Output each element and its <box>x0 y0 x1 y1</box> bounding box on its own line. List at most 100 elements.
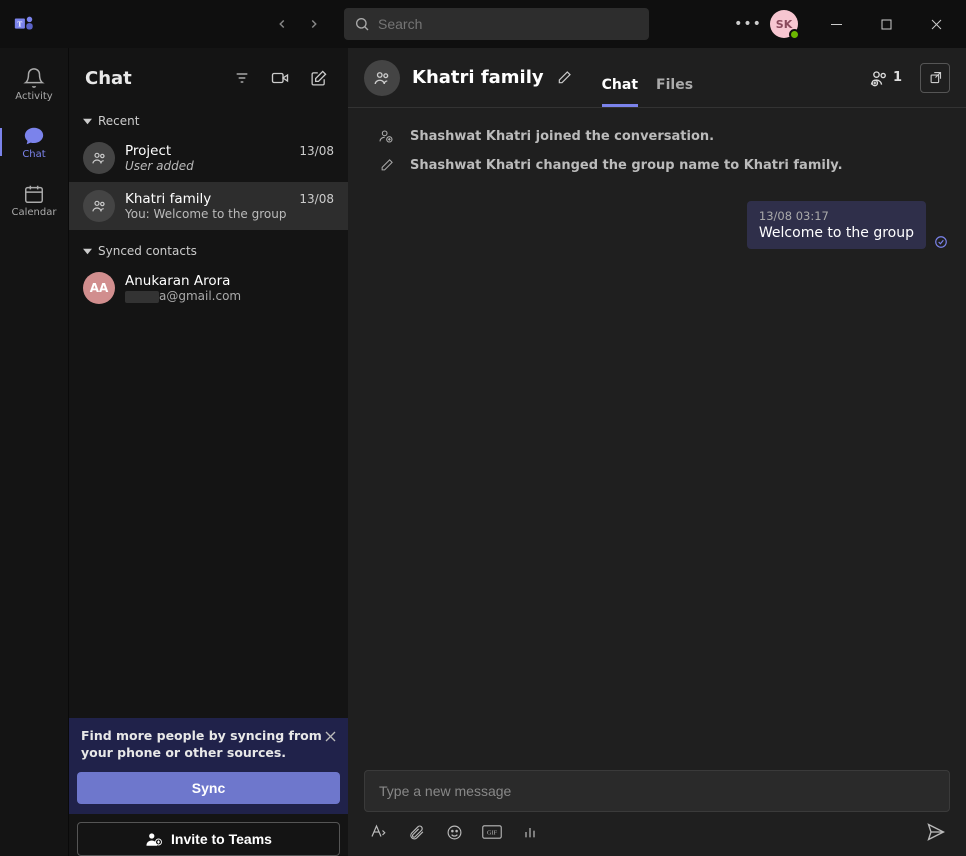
send-button[interactable] <box>926 822 946 842</box>
meet-now-button[interactable] <box>266 64 294 92</box>
person-add-icon <box>376 128 396 144</box>
system-message-text: Shashwat Khatri changed the group name t… <box>410 158 843 173</box>
avatar-initials: SK <box>776 18 792 31</box>
popout-button[interactable] <box>920 63 950 93</box>
search-box[interactable] <box>344 8 649 40</box>
gif-icon: GIF <box>482 824 502 840</box>
section-synced-toggle[interactable]: Synced contacts <box>69 238 348 264</box>
window-maximize-button[interactable] <box>864 8 908 40</box>
forward-button[interactable] <box>300 10 328 38</box>
rail-label: Activity <box>15 91 52 102</box>
chat-row-khatri-family[interactable]: Khatri family 13/08 You: Welcome to the … <box>69 182 348 230</box>
section-label: Synced contacts <box>98 244 197 258</box>
app-rail: Activity Chat Calendar <box>0 48 68 856</box>
group-avatar-icon <box>364 60 400 96</box>
message-timestamp: 13/08 03:17 <box>759 209 914 223</box>
send-icon <box>926 822 946 842</box>
compose-icon <box>310 70 327 87</box>
participants-button[interactable]: 1 <box>863 64 908 92</box>
section-label: Recent <box>98 114 139 128</box>
chat-list-panel: Chat Recent Project <box>68 48 348 856</box>
section-recent-toggle[interactable]: Recent <box>69 108 348 134</box>
conversation-title: Khatri family <box>412 67 544 88</box>
contact-email: a@gmail.com <box>125 289 334 303</box>
rail-label: Chat <box>22 149 45 160</box>
caret-down-icon <box>83 117 92 126</box>
rail-activity[interactable]: Activity <box>0 56 68 112</box>
message-bubble[interactable]: 13/08 03:17 Welcome to the group <box>747 201 926 249</box>
svg-text:GIF: GIF <box>487 831 497 837</box>
chat-icon <box>23 125 45 147</box>
format-icon <box>369 823 387 841</box>
rail-label: Calendar <box>12 207 57 218</box>
attach-icon <box>408 824 425 841</box>
contact-name: Anukaran Arora <box>125 273 334 289</box>
video-icon <box>271 69 289 87</box>
chat-time: 13/08 <box>299 192 334 206</box>
contact-row[interactable]: AA Anukaran Arora a@gmail.com <box>69 264 348 312</box>
pencil-icon <box>556 70 572 86</box>
sent-message-row: 13/08 03:17 Welcome to the group <box>364 201 950 249</box>
people-add-icon <box>145 830 163 848</box>
invite-label: Invite to Teams <box>171 831 272 847</box>
system-message-text: Shashwat Khatri joined the conversation. <box>410 129 714 144</box>
chat-title: Project <box>125 143 171 159</box>
chat-preview: You: Welcome to the group <box>125 207 334 221</box>
sync-promo-panel: Find more people by syncing from your ph… <box>69 718 348 856</box>
conversation-pane: Khatri family Chat Files 1 Shas <box>348 48 966 856</box>
gif-button[interactable]: GIF <box>482 822 502 842</box>
back-button[interactable] <box>268 10 296 38</box>
presence-available-icon <box>789 29 800 40</box>
search-input[interactable] <box>378 16 639 32</box>
popout-icon <box>928 70 943 85</box>
user-avatar[interactable]: SK <box>770 10 798 38</box>
caret-down-icon <box>83 247 92 256</box>
rail-chat[interactable]: Chat <box>0 114 68 170</box>
search-icon <box>354 16 370 32</box>
edit-title-button[interactable] <box>556 70 572 86</box>
more-options-button[interactable]: ••• <box>732 8 764 40</box>
chat-time: 13/08 <box>299 144 334 158</box>
chat-title: Khatri family <box>125 191 211 207</box>
rail-calendar[interactable]: Calendar <box>0 172 68 228</box>
redacted-text <box>125 291 159 303</box>
system-message: Shashwat Khatri changed the group name t… <box>364 154 950 177</box>
emoji-button[interactable] <box>444 822 464 842</box>
bell-icon <box>23 67 45 89</box>
window-minimize-button[interactable] <box>814 8 858 40</box>
teams-logo-icon: T <box>8 8 40 40</box>
invite-to-teams-button[interactable]: Invite to Teams <box>77 822 340 856</box>
titlebar: T ••• SK <box>0 0 966 48</box>
new-chat-button[interactable] <box>304 64 332 92</box>
people-add-icon <box>869 68 889 88</box>
message-list: Shashwat Khatri joined the conversation.… <box>348 108 966 762</box>
calendar-icon <box>23 183 45 205</box>
tab-files[interactable]: Files <box>656 77 693 107</box>
message-text: Welcome to the group <box>759 225 914 241</box>
promo-text: Find more people by syncing from your ph… <box>77 728 340 772</box>
close-icon <box>325 731 336 742</box>
window-close-button[interactable] <box>914 8 958 40</box>
tab-chat[interactable]: Chat <box>602 77 638 107</box>
read-receipt-icon <box>934 235 948 249</box>
participants-count: 1 <box>893 70 902 85</box>
dismiss-promo-button[interactable] <box>320 726 340 746</box>
group-avatar-icon <box>83 190 115 222</box>
group-avatar-icon <box>83 142 115 174</box>
sync-button[interactable]: Sync <box>77 772 340 804</box>
pencil-icon <box>376 158 396 173</box>
chat-panel-title: Chat <box>85 68 218 89</box>
poll-button[interactable] <box>520 822 540 842</box>
composer: GIF <box>348 762 966 856</box>
filter-button[interactable] <box>228 64 256 92</box>
emoji-icon <box>446 824 463 841</box>
poll-icon <box>522 824 538 840</box>
svg-text:T: T <box>17 19 22 28</box>
contact-avatar: AA <box>83 272 115 304</box>
chat-row-project[interactable]: Project 13/08 User added <box>69 134 348 182</box>
attach-button[interactable] <box>406 822 426 842</box>
message-input[interactable] <box>364 770 950 812</box>
format-button[interactable] <box>368 822 388 842</box>
filter-icon <box>234 70 250 86</box>
conversation-header: Khatri family Chat Files 1 <box>348 48 966 108</box>
